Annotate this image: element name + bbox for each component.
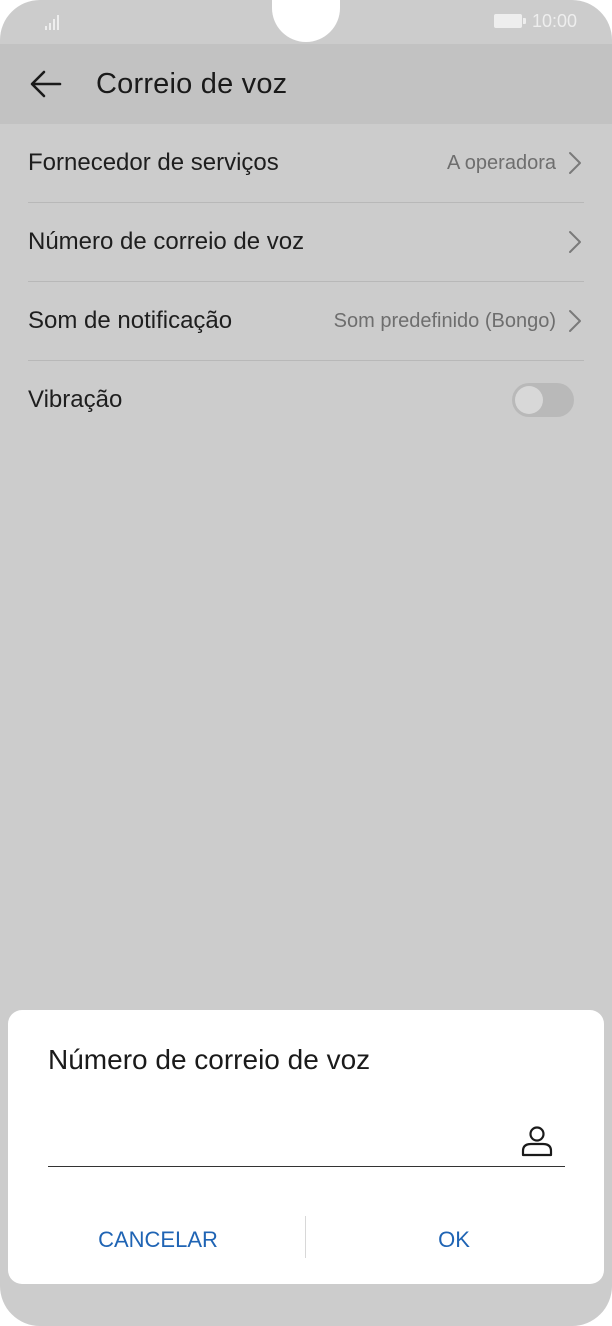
settings-list: Fornecedor de serviços A operadora Númer… bbox=[28, 124, 584, 439]
phone-screen: 10:00 Correio de voz Fornecedor de servi… bbox=[0, 0, 612, 1326]
settings-item-label: Vibração bbox=[28, 386, 123, 413]
settings-item-voicemail-number[interactable]: Número de correio de voz bbox=[28, 203, 584, 282]
vibration-toggle[interactable] bbox=[512, 383, 574, 417]
camera-notch bbox=[272, 0, 340, 42]
settings-item-label: Número de correio de voz bbox=[28, 228, 305, 255]
status-time: 10:00 bbox=[532, 11, 578, 31]
ok-button[interactable]: OK bbox=[306, 1216, 602, 1264]
voicemail-number-input[interactable] bbox=[48, 1118, 508, 1162]
signal-icon bbox=[45, 12, 65, 30]
input-underline bbox=[48, 1166, 565, 1167]
chevron-right-icon bbox=[569, 310, 581, 332]
contact-icon bbox=[521, 1126, 553, 1157]
settings-item-value: A operadora bbox=[447, 152, 556, 174]
battery-icon bbox=[494, 14, 526, 28]
chevron-right-icon bbox=[569, 231, 581, 253]
arrow-left-icon bbox=[30, 70, 62, 98]
dialog-title: Número de correio de voz bbox=[48, 1044, 371, 1075]
settings-item-label: Som de notificação bbox=[28, 307, 233, 334]
settings-item-service-provider[interactable]: Fornecedor de serviços A operadora bbox=[28, 124, 584, 203]
settings-item-notification-sound[interactable]: Som de notificação Som predefinido (Bong… bbox=[28, 282, 584, 361]
settings-item-vibration: Vibração bbox=[28, 361, 584, 439]
page-title: Correio de voz bbox=[96, 68, 288, 100]
status-bar: 10:00 bbox=[0, 0, 612, 44]
chevron-right-icon bbox=[569, 152, 581, 174]
back-button[interactable] bbox=[28, 64, 68, 104]
app-header: Correio de voz bbox=[0, 44, 612, 124]
settings-item-value: Som predefinido (Bongo) bbox=[333, 310, 556, 332]
cancel-button[interactable]: CANCELAR bbox=[10, 1216, 306, 1264]
contact-picker-button[interactable] bbox=[520, 1124, 554, 1158]
settings-item-label: Fornecedor de serviços bbox=[28, 149, 279, 176]
voicemail-number-dialog: Número de correio de voz CANCELAR OK bbox=[8, 1010, 604, 1284]
toggle-knob bbox=[515, 386, 543, 414]
